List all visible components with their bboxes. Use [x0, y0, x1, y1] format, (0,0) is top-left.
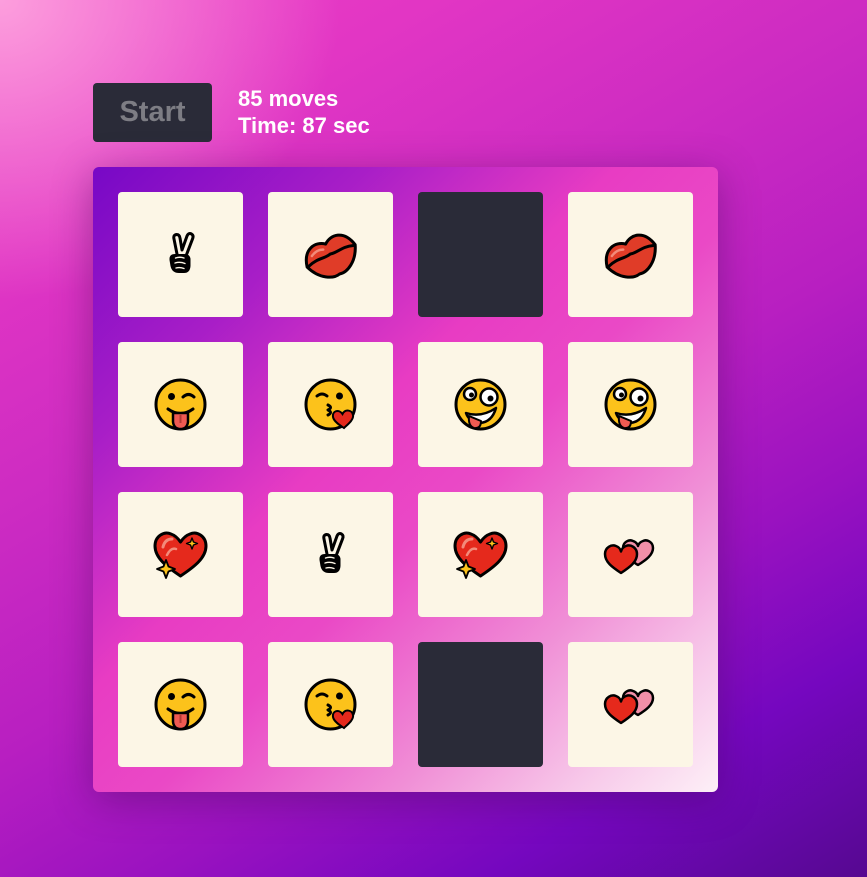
card-two-hearts[interactable] [568, 642, 693, 767]
game-stats: 85 moves Time: 87 sec [238, 85, 370, 139]
card-winking-tongue-face[interactable] [118, 642, 243, 767]
timer: Time: 87 sec [238, 113, 370, 138]
moves-counter: 85 moves [238, 86, 339, 111]
game-board [93, 167, 718, 792]
card-winking-tongue-face[interactable] [118, 342, 243, 467]
card-zany-face[interactable] [568, 342, 693, 467]
card-zany-face[interactable] [418, 342, 543, 467]
card-face-blowing-kiss[interactable] [268, 342, 393, 467]
card-back[interactable] [418, 192, 543, 317]
card-victory-hand[interactable] [268, 492, 393, 617]
card-victory-hand[interactable] [118, 192, 243, 317]
card-face-blowing-kiss[interactable] [268, 642, 393, 767]
start-button[interactable]: Start [93, 83, 212, 142]
card-kiss-mark[interactable] [268, 192, 393, 317]
card-kiss-mark[interactable] [568, 192, 693, 317]
card-two-hearts[interactable] [568, 492, 693, 617]
card-sparkling-heart[interactable] [418, 492, 543, 617]
card-sparkling-heart[interactable] [118, 492, 243, 617]
card-back[interactable] [418, 642, 543, 767]
